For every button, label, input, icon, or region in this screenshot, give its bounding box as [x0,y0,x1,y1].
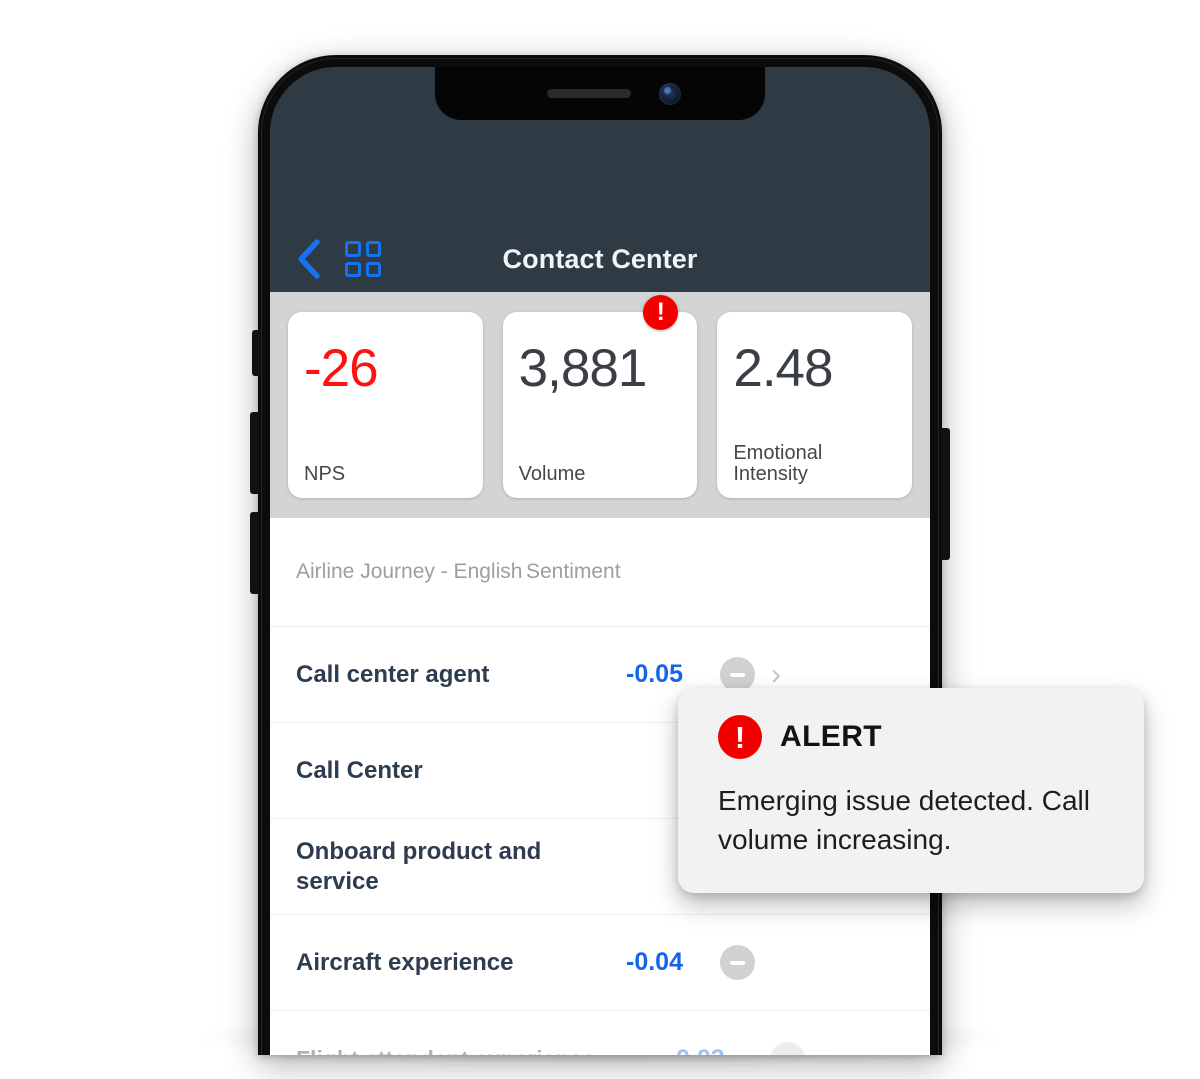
kpi-label-nps: NPS [304,463,346,486]
row-label: Call Center [296,756,423,784]
silent-switch-button[interactable] [252,330,260,376]
table-row[interactable]: Aircraft experience -0.04 [270,915,930,1011]
row-label: Aircraft experience [296,948,514,976]
kpi-value-volume: 3,881 [518,339,648,398]
trend-flat-icon [720,657,755,692]
chevron-right-icon[interactable]: › [771,659,781,690]
kpi-label-emotional-intensity: Emotional Intensity [733,441,823,486]
list-column-headers: Airline Journey - English Sentiment [270,518,930,627]
row-label: Call center agent [296,660,490,688]
row-sentiment-score: -0.05 [626,660,683,688]
row-metrics: -0.05 › [626,657,826,692]
phone-device-frame: Contact Center -26 NPS ! 3,881 Volume 2.… [258,55,942,1055]
journey-name-header: Airline Journey - English [296,560,523,584]
alert-title: ALERT [780,720,882,753]
grid-apps-icon [345,241,381,277]
kpi-card-nps[interactable]: -26 NPS [288,312,483,498]
row-metrics: 0.03 [676,1041,836,1056]
volume-up-button[interactable] [250,412,259,494]
phone-screen: Contact Center -26 NPS ! 3,881 Volume 2.… [270,67,930,1055]
apps-grid-button[interactable] [336,232,390,286]
earpiece-speaker [547,89,631,98]
kpi-value-emotional-intensity: 2.48 [733,339,833,398]
front-camera-icon [659,82,681,105]
alert-popover[interactable]: ! ALERT Emerging issue detected. Call vo… [678,688,1144,893]
grid-cell-2 [365,241,381,257]
sentiment-column-header: Sentiment [526,560,621,583]
row-label: Flight attendant experience [296,1045,676,1055]
row-sentiment-score: -0.04 [626,948,683,976]
table-row[interactable]: Flight attendant experience 0.03 [270,1011,930,1055]
chevron-left-icon [298,239,320,279]
back-button[interactable] [282,232,336,286]
alert-exclamation-icon: ! [718,715,762,759]
trend-flat-icon [720,945,755,980]
device-notch [435,67,765,120]
volume-alert-badge-icon[interactable]: ! [643,295,679,330]
alert-message: Emerging issue detected. Call volume inc… [718,785,1090,856]
kpi-label-volume: Volume [518,463,586,486]
nav-row: Contact Center [270,226,930,292]
kpi-value-nps: -26 [304,339,379,398]
kpi-card-volume[interactable]: ! 3,881 Volume [502,295,698,498]
alert-header: ! ALERT [718,715,1114,759]
grid-cell-1 [345,241,361,257]
row-label: Onboard product and service [296,837,542,895]
grid-cell-4 [365,261,381,277]
row-metrics: -0.04 [626,945,826,980]
trend-flat-icon [770,1041,805,1055]
row-sentiment-score: 0.03 [676,1045,754,1056]
volume-down-button[interactable] [250,512,259,594]
kpi-summary-band: -26 NPS ! 3,881 Volume 2.48 Emotional In… [270,292,930,518]
power-button[interactable] [941,428,950,560]
grid-cell-3 [345,261,361,277]
kpi-card-emotional-intensity[interactable]: 2.48 Emotional Intensity [717,312,913,498]
